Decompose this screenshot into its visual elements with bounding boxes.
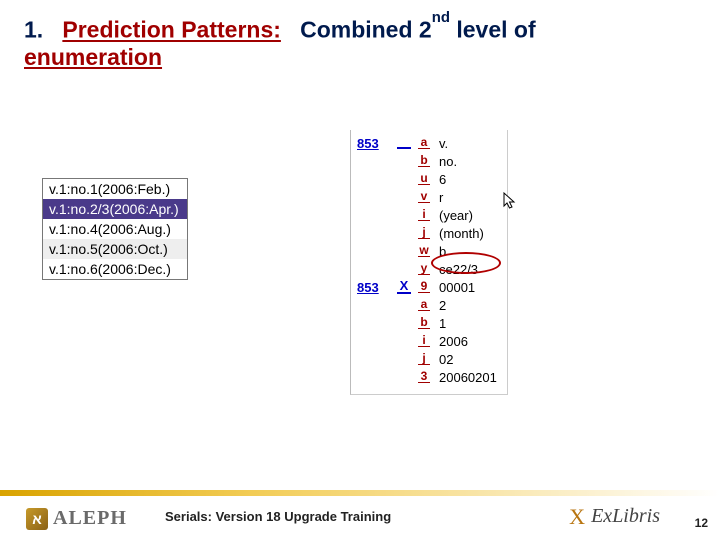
marc-subfield-value: v. bbox=[433, 136, 448, 151]
exlibris-logo: X ExLibris bbox=[567, 505, 660, 528]
aleph-icon: א bbox=[26, 508, 48, 530]
marc-subfield-code[interactable]: y bbox=[418, 263, 430, 275]
footer-text: Serials: Version 18 Upgrade Training bbox=[165, 509, 391, 524]
title-blue-1: Combined 2 bbox=[300, 17, 432, 43]
marc-subfield-code[interactable]: 9 bbox=[418, 281, 430, 293]
slide-title: 1. Prediction Patterns: Combined 2nd lev… bbox=[0, 0, 720, 79]
marc-subfield-code[interactable]: w bbox=[418, 245, 430, 257]
marc-subfield-value: 1 bbox=[433, 316, 446, 331]
marc-row: bno. bbox=[357, 152, 497, 170]
marc-subfield-code[interactable]: j bbox=[418, 227, 430, 239]
marc-subfield-value: b bbox=[433, 244, 446, 259]
title-number: 1. bbox=[24, 17, 43, 43]
marc-subfield-code[interactable]: i bbox=[418, 209, 430, 221]
marc-subfield-value: 00001 bbox=[433, 280, 475, 295]
content-area: v.1:no.1(2006:Feb.)v.1:no.2/3(2006:Apr.)… bbox=[0, 130, 720, 430]
marc-row: u6 bbox=[357, 170, 497, 188]
marc-subfield-value: 2 bbox=[433, 298, 446, 313]
marc-panel: 853av.bno.u6vri(year)j(month)wbyce22/385… bbox=[350, 130, 508, 395]
marc-indicator[interactable]: X bbox=[397, 280, 411, 294]
marc-subfield-value: 20060201 bbox=[433, 370, 497, 385]
marc-row: j(month) bbox=[357, 224, 497, 242]
table-row[interactable]: v.1:no.1(2006:Feb.) bbox=[43, 179, 187, 199]
marc-subfield-code[interactable]: 3 bbox=[418, 371, 430, 383]
table-row[interactable]: v.1:no.6(2006:Dec.) bbox=[43, 259, 187, 279]
marc-subfield-value: no. bbox=[433, 154, 457, 169]
marc-subfield-value: 6 bbox=[433, 172, 446, 187]
table-row[interactable]: v.1:no.2/3(2006:Apr.) bbox=[43, 199, 187, 219]
marc-row: b1 bbox=[357, 314, 497, 332]
exlibris-icon: X bbox=[567, 507, 587, 527]
marc-subfield-value: ce22/3 bbox=[433, 262, 478, 277]
slide-footer: א ALEPH Serials: Version 18 Upgrade Trai… bbox=[0, 482, 720, 540]
marc-subfield-code[interactable]: a bbox=[418, 137, 430, 149]
page-number: 12 bbox=[695, 516, 708, 530]
marc-subfield-code[interactable]: i bbox=[418, 335, 430, 347]
aleph-text: ALEPH bbox=[53, 507, 127, 530]
marc-subfield-value: (year) bbox=[433, 208, 473, 223]
table-row[interactable]: v.1:no.4(2006:Aug.) bbox=[43, 219, 187, 239]
marc-row: i2006 bbox=[357, 332, 497, 350]
marc-subfield-code[interactable]: a bbox=[418, 299, 430, 311]
marc-indicator[interactable] bbox=[397, 137, 411, 149]
marc-row: i(year) bbox=[357, 206, 497, 224]
aleph-logo: א ALEPH bbox=[26, 507, 127, 530]
marc-row: yce22/3 bbox=[357, 260, 497, 278]
marc-row: wb bbox=[357, 242, 497, 260]
marc-subfield-code[interactable]: b bbox=[418, 317, 430, 329]
title-blue-2: level of bbox=[450, 17, 536, 43]
title-red-text: Prediction Patterns: bbox=[62, 17, 281, 43]
marc-subfield-code[interactable]: u bbox=[418, 173, 430, 185]
marc-row: 853 X900001 bbox=[357, 278, 497, 296]
marc-row: vr bbox=[357, 188, 497, 206]
marc-row: j02 bbox=[357, 350, 497, 368]
exlibris-text: ExLibris bbox=[591, 505, 660, 528]
enumeration-table: v.1:no.1(2006:Feb.)v.1:no.2/3(2006:Apr.)… bbox=[42, 178, 188, 280]
marc-subfield-value: r bbox=[433, 190, 443, 205]
title-line2: enumeration bbox=[24, 44, 162, 70]
marc-subfield-code[interactable]: j bbox=[418, 353, 430, 365]
marc-tag[interactable]: 853 bbox=[357, 136, 379, 151]
marc-subfield-code[interactable]: b bbox=[418, 155, 430, 167]
table-row[interactable]: v.1:no.5(2006:Oct.) bbox=[43, 239, 187, 259]
marc-row: 320060201 bbox=[357, 368, 497, 386]
mouse-cursor-icon bbox=[503, 192, 517, 215]
marc-row: a2 bbox=[357, 296, 497, 314]
title-sup: nd bbox=[432, 9, 450, 26]
marc-row: 853 av. bbox=[357, 134, 497, 152]
marc-subfield-code[interactable]: v bbox=[418, 191, 430, 203]
marc-subfield-value: 2006 bbox=[433, 334, 468, 349]
marc-subfield-value: (month) bbox=[433, 226, 484, 241]
marc-subfield-value: 02 bbox=[433, 352, 453, 367]
footer-gradient-bar bbox=[0, 490, 720, 496]
marc-tag[interactable]: 853 bbox=[357, 280, 379, 295]
marc-fields: 853av.bno.u6vri(year)j(month)wbyce22/385… bbox=[357, 134, 497, 386]
